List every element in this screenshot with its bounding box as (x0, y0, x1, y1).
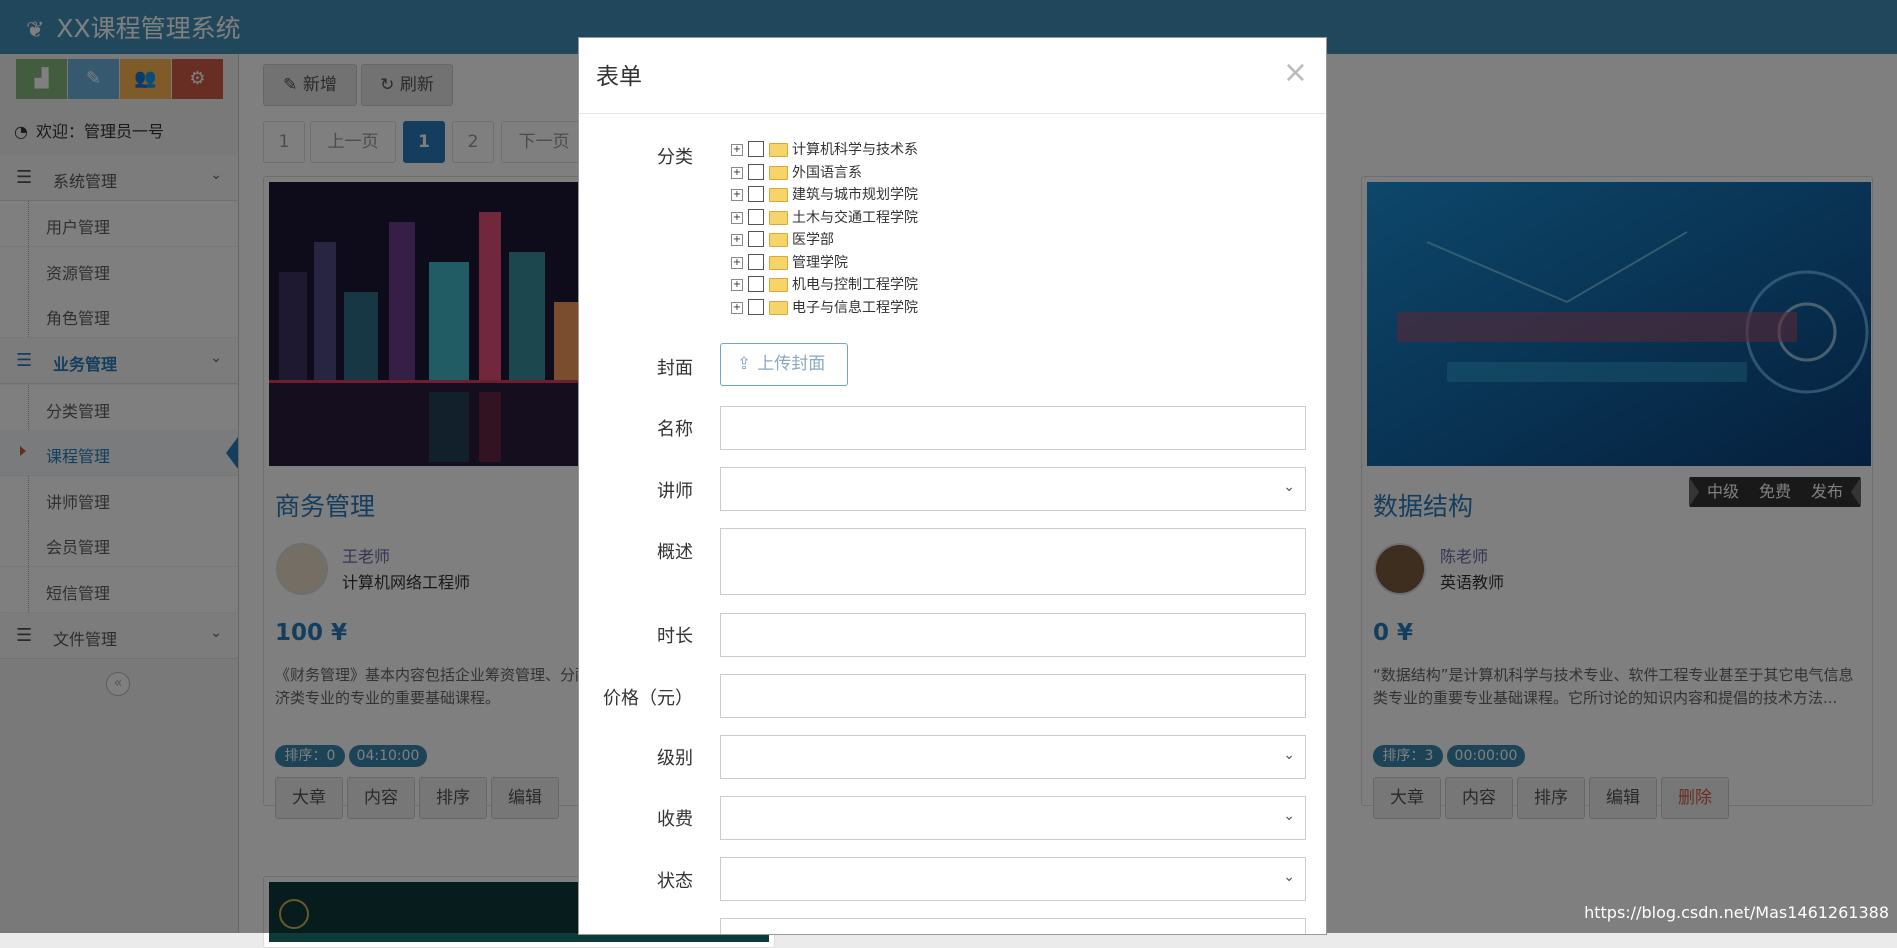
expand-icon[interactable]: + (731, 279, 743, 291)
tree-checkbox[interactable] (748, 231, 764, 247)
expand-icon[interactable]: + (731, 212, 743, 224)
price-label: 价格（元） (603, 688, 693, 709)
folder-icon (769, 166, 788, 180)
duration-input[interactable] (720, 613, 1306, 657)
folder-icon (769, 188, 788, 202)
folder-icon (769, 278, 788, 292)
tree-node-label[interactable]: 医学部 (792, 229, 834, 249)
summary-textarea[interactable] (720, 528, 1306, 595)
status-select[interactable]: ⌄ (720, 857, 1306, 901)
tree-checkbox[interactable] (748, 186, 764, 202)
chevron-down-icon: ⌄ (1283, 479, 1295, 495)
tree-checkbox[interactable] (748, 209, 764, 225)
chevron-down-icon: ⌄ (1283, 747, 1295, 763)
expand-icon[interactable]: + (731, 189, 743, 201)
name-input[interactable] (720, 406, 1306, 450)
expand-icon[interactable]: + (731, 234, 743, 246)
chevron-down-icon: ⌄ (1283, 869, 1295, 885)
chevron-down-icon: ⌄ (1283, 808, 1295, 824)
tree-node-label[interactable]: 外国语言系 (792, 162, 862, 182)
expand-icon[interactable]: + (731, 257, 743, 269)
duration-label: 时长 (657, 626, 693, 647)
tree-node-label[interactable]: 管理学院 (792, 252, 848, 272)
tree-checkbox[interactable] (748, 141, 764, 157)
upload-icon: ⇪ (737, 354, 752, 374)
form-modal: 表单 × 分类 + 计算机科学与技术系 + 外国语言系 + 建筑与城市规划学院 + 土木… (578, 37, 1327, 935)
modal-title: 表单 (596, 64, 642, 90)
watermark-url: https://blog.csdn.net/Mas1461261388 (1584, 903, 1889, 922)
tree-checkbox[interactable] (748, 164, 764, 180)
category-label: 分类 (657, 147, 693, 168)
close-icon[interactable]: × (1283, 55, 1308, 90)
tree-node-label[interactable]: 机电与控制工程学院 (792, 274, 918, 294)
folder-icon (769, 211, 788, 225)
tree-checkbox[interactable] (748, 299, 764, 315)
summary-label: 概述 (657, 542, 693, 563)
tree-node-label[interactable]: 计算机科学与技术系 (792, 139, 918, 159)
upload-cover-label: 上传封面 (757, 354, 826, 374)
name-label: 名称 (657, 419, 693, 440)
tree-node-label[interactable]: 电子与信息工程学院 (792, 297, 918, 317)
teacher-label: 讲师 (657, 481, 693, 502)
status-label: 状态 (657, 871, 693, 892)
price-input[interactable] (720, 674, 1306, 718)
folder-icon (769, 301, 788, 315)
level-select[interactable]: ⌄ (720, 735, 1306, 779)
modal-header: 表单 × (579, 38, 1326, 114)
tree-node-label[interactable]: 建筑与城市规划学院 (792, 184, 918, 204)
expand-icon[interactable]: + (731, 144, 743, 156)
tree-checkbox[interactable] (748, 254, 764, 270)
cover-label: 封面 (657, 358, 693, 379)
expand-icon[interactable]: + (731, 167, 743, 179)
charge-label: 收费 (657, 809, 693, 830)
expand-icon[interactable]: + (731, 302, 743, 314)
folder-icon (769, 256, 788, 270)
folder-icon (769, 233, 788, 247)
folder-icon (769, 143, 788, 157)
upload-cover-button[interactable]: ⇪ 上传封面 (720, 343, 848, 386)
teacher-select[interactable]: ⌄ (720, 467, 1306, 511)
charge-select[interactable]: ⌄ (720, 796, 1306, 840)
tree-node-label[interactable]: 土木与交通工程学院 (792, 207, 918, 227)
next-field-input[interactable] (720, 918, 1306, 934)
level-label: 级别 (657, 748, 693, 769)
tree-checkbox[interactable] (748, 276, 764, 292)
